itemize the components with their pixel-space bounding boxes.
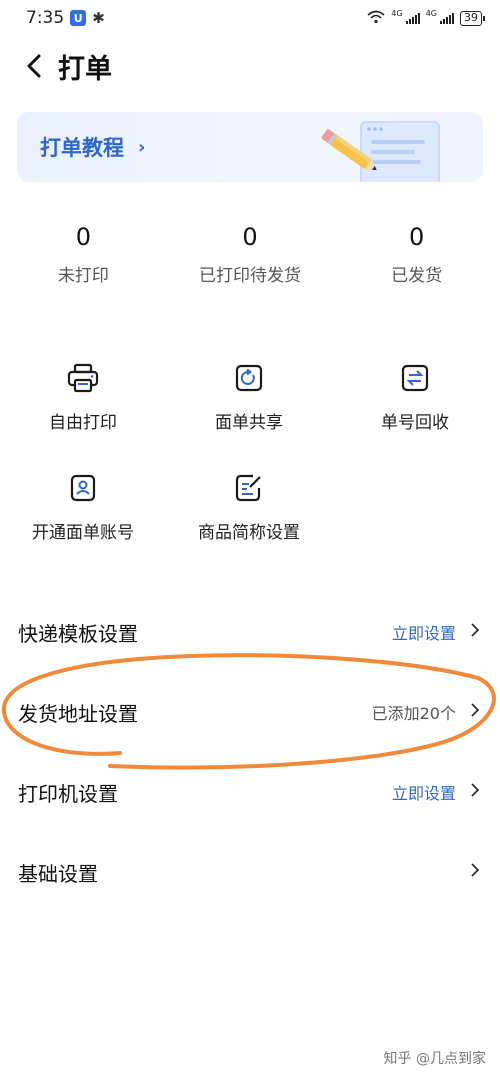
- edit-icon: [233, 472, 265, 504]
- watermark: 知乎 @几点到家: [383, 1051, 486, 1067]
- tool-label: 开通面单账号: [32, 523, 134, 543]
- signal-2-icon: [440, 12, 454, 24]
- tool-product-abbr[interactable]: 商品简称设置: [166, 472, 332, 582]
- page-title: 打单: [58, 53, 112, 85]
- signal-1-label: 4G: [391, 8, 403, 18]
- status-time: 7:35: [26, 8, 65, 28]
- tool-label: 单号回收: [381, 413, 449, 433]
- tool-label: 面单共享: [215, 413, 283, 433]
- tutorial-banner[interactable]: 打单教程 ›: [17, 112, 483, 182]
- setting-value: 立即设置: [391, 624, 456, 643]
- recycle-icon: [399, 362, 431, 394]
- tool-row: 开通面单账号 商品简称设置: [0, 472, 500, 582]
- chevron-right-icon: [470, 782, 482, 803]
- setting-title: 基础设置: [18, 861, 98, 886]
- printer-icon: [67, 362, 99, 394]
- status-bar: 7:35 U ✱ 4G 4G 39: [0, 0, 500, 36]
- bluetooth-icon: ✱: [92, 9, 105, 27]
- stat-label: 已打印待发货: [199, 266, 301, 286]
- setting-value: 立即设置: [391, 784, 456, 803]
- tools-grid: 自由打印 面单共享 单号回收 开通面单账号 商品简称设置: [0, 362, 500, 582]
- order-stats: 0 未打印 0 已打印待发货 0 已发货: [0, 220, 500, 286]
- app-notification-icon: U: [70, 10, 87, 26]
- stat-label: 未打印: [57, 266, 109, 286]
- tool-free-print[interactable]: 自由打印: [0, 362, 166, 472]
- settings-list: 快递模板设置 立即设置 发货地址设置 已添加20个 打印机设置 立即设置 基础设…: [0, 592, 500, 912]
- stat-count: 0: [75, 223, 91, 251]
- banner-label: 打单教程: [40, 136, 124, 160]
- wifi-icon: [367, 9, 385, 28]
- tool-share-waybill[interactable]: 面单共享: [166, 362, 332, 472]
- battery-icon: 39: [460, 10, 485, 26]
- setting-row-express-template[interactable]: 快递模板设置 立即设置: [0, 592, 500, 672]
- tool-label: 自由打印: [49, 413, 117, 433]
- chevron-right-icon: [470, 862, 482, 883]
- share-icon: [233, 362, 265, 394]
- chevron-right-icon: [470, 622, 482, 643]
- stat-unprinted[interactable]: 0 未打印: [0, 220, 167, 286]
- document-pencil-illustration: [321, 121, 440, 182]
- tool-label: 商品简称设置: [198, 523, 300, 543]
- signal-1-icon: [405, 12, 420, 24]
- signal-2-label: 4G: [425, 8, 437, 18]
- setting-row-basic[interactable]: 基础设置: [0, 832, 500, 912]
- tool-recycle-number[interactable]: 单号回收: [332, 362, 498, 472]
- setting-row-shipping-address[interactable]: 发货地址设置 已添加20个: [0, 672, 500, 752]
- setting-value: 已添加20个: [371, 704, 456, 723]
- chevron-left-icon: [27, 54, 41, 78]
- stat-printed-pending[interactable]: 0 已打印待发货: [167, 220, 334, 286]
- setting-title: 快递模板设置: [18, 621, 138, 646]
- setting-title: 打印机设置: [18, 781, 118, 806]
- tool-row: 自由打印 面单共享 单号回收: [0, 362, 500, 472]
- setting-row-printer[interactable]: 打印机设置 立即设置: [0, 752, 500, 832]
- page-header: 打单: [0, 44, 500, 88]
- back-button[interactable]: [14, 44, 54, 88]
- stat-shipped[interactable]: 0 已发货: [333, 220, 500, 286]
- status-left: 7:35 U ✱: [26, 8, 105, 28]
- stat-label: 已发货: [391, 266, 443, 286]
- setting-title: 发货地址设置: [18, 701, 138, 726]
- chevron-right-icon: [470, 702, 482, 723]
- status-right: 4G 4G 39: [367, 8, 485, 28]
- stat-count: 0: [242, 223, 258, 251]
- chevron-right-icon: ›: [138, 136, 146, 158]
- stat-count: 0: [409, 223, 425, 251]
- tool-open-account[interactable]: 开通面单账号: [0, 472, 166, 582]
- account-icon: [67, 472, 99, 504]
